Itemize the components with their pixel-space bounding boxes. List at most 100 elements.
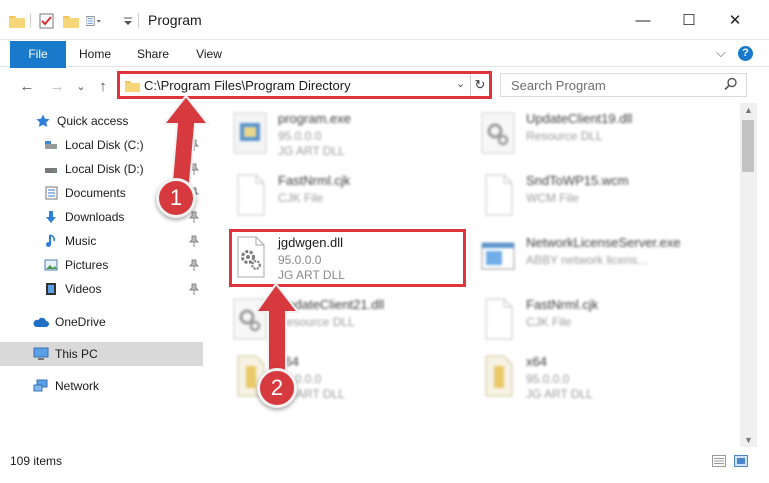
file-item[interactable]: UpdateClient19.dll Resource DLL [460,105,710,161]
nav-item-onedrive[interactable]: OneDrive [0,310,203,334]
minimize-button[interactable]: — [620,0,666,40]
window-title: Program [148,12,202,28]
title-bar: Program — ☐ ✕ [0,0,769,40]
nav-item-pictures[interactable]: Pictures [0,253,203,277]
callout-2: 2 [257,368,297,408]
file-type: CJK File [278,191,324,205]
folder-file-icon [478,352,518,400]
star-icon [35,113,51,129]
help-icon[interactable]: ? [738,46,753,61]
file-item[interactable]: x64 95.0.0.0 JG ART DLL [460,348,710,404]
drive-icon [43,161,59,177]
recent-locations-button[interactable]: ⌄ [70,76,92,96]
file-version: 95.0.0.0 [526,372,570,386]
file-name: FastNrml.cjk [278,173,351,188]
file-description: JG ART DLL [278,144,345,158]
scroll-up-icon[interactable]: ▲ [744,105,753,115]
app-window-icon [478,233,518,281]
address-row: ← → ⌄ ↑ C:\Program Files\Program Directo… [0,68,769,102]
maximize-button[interactable]: ☐ [666,0,712,40]
refresh-icon[interactable]: ↻ [470,74,489,96]
new-folder-icon[interactable] [62,12,80,30]
music-icon [43,233,59,249]
nav-item-label: Downloads [65,210,125,224]
nav-item-label: Network [55,379,100,393]
file-name: FastNrml.cjk [526,297,599,312]
up-button[interactable]: ↑ [92,76,114,96]
file-name: x64 [526,354,547,369]
file-name: NetworkLicenseServer.exe [526,235,681,250]
blank-file-icon [478,171,518,219]
tab-home[interactable]: Home [72,41,118,67]
file-description: JG ART DLL [526,387,593,401]
pin-icon[interactable] [188,259,200,271]
file-name: SndToWP15.wcm [526,173,629,188]
download-icon [43,209,59,225]
file-item[interactable]: NetworkLicenseServer.exe ABBY network li… [460,229,710,285]
pictures-icon [43,257,59,273]
forward-button[interactable]: → [46,76,68,96]
folder-icon [8,12,26,30]
nav-item-label: Music [65,234,97,248]
qat-dropdown-icon[interactable] [119,12,137,30]
nav-item-label: Local Disk (C:) [65,138,144,152]
file-version: 95.0.0.0 [278,129,322,143]
nav-item-label: Videos [65,282,102,296]
nav-item-label: This PC [55,347,98,361]
pin-icon[interactable] [188,283,200,295]
item-count: 109 items [10,454,63,468]
folder-icon [125,80,140,92]
nav-item-label: Pictures [65,258,109,272]
tab-share[interactable]: Share [130,41,176,67]
file-type: CJK File [526,315,572,329]
nav-item-label: Local Disk (D:) [65,162,144,176]
collapse-ribbon-icon[interactable]: ⌵ [716,45,726,61]
drive-icon [43,137,59,153]
callout-arrow-2 [254,282,301,373]
properties-icon[interactable] [37,12,55,30]
address-dropdown-icon[interactable]: ⌄ [456,77,465,90]
blank-file-icon [478,295,518,343]
cloud-icon [33,314,49,330]
computer-icon [33,346,49,362]
large-icons-view-icon[interactable] [734,455,748,467]
search-icon[interactable] [724,77,738,91]
close-button[interactable]: ✕ [712,0,758,40]
callout-1: 1 [156,178,196,218]
documents-icon [43,185,59,201]
nav-item-label: Documents [65,186,126,200]
nav-item-videos[interactable]: Videos [0,277,203,301]
file-item[interactable]: SndToWP15.wcm WCM File [460,167,710,223]
nav-item-label: Quick access [57,114,129,128]
dll-icon [478,109,518,157]
search-input[interactable]: Search Program [500,73,747,97]
customize-qat-icon[interactable] [86,12,104,30]
file-type: Resource DLL [526,129,603,143]
back-button[interactable]: ← [16,76,38,96]
nav-item-this-pc[interactable]: This PC [0,342,203,366]
nav-item-music[interactable]: Music [0,229,203,253]
file-name: program.exe [278,111,351,126]
separator [138,13,139,28]
blank-file-icon [230,171,270,219]
status-bar: 109 items [0,447,769,483]
file-type: WCM File [526,191,579,205]
file-item[interactable]: program.exe 95.0.0.0 JG ART DLL [212,105,462,161]
tab-view[interactable]: View [186,41,232,67]
separator [30,13,31,28]
search-placeholder: Search Program [511,78,606,93]
videos-icon [43,281,59,297]
nav-item-label: OneDrive [55,315,106,329]
pin-icon[interactable] [188,211,200,223]
exe-icon [230,109,270,157]
vertical-scrollbar[interactable]: ▲ ▼ [740,103,757,447]
file-item[interactable]: FastNrml.cjk CJK File [212,167,462,223]
scroll-down-icon[interactable]: ▼ [744,435,753,445]
scrollbar-thumb[interactable] [742,120,754,172]
nav-item-network[interactable]: Network [0,374,203,398]
ribbon-tabs: File Home Share View ⌵ ? [0,41,769,97]
highlight-box [229,229,466,287]
file-item[interactable]: FastNrml.cjk CJK File [460,291,710,347]
details-view-icon[interactable] [712,455,726,467]
pin-icon[interactable] [188,235,200,247]
